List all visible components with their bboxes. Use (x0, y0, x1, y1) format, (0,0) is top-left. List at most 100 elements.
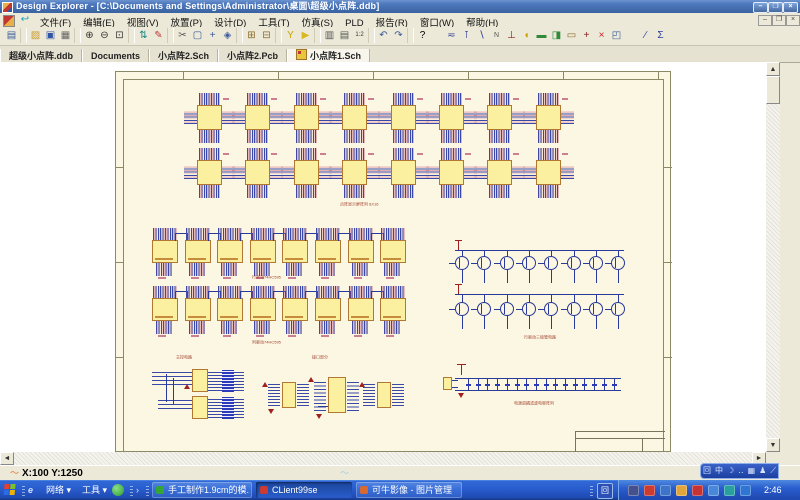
filter-icon[interactable]: Y (283, 28, 298, 43)
cross-probe-icon[interactable]: + (205, 28, 220, 43)
place-part-icon[interactable]: ◖ (519, 28, 534, 43)
close-button[interactable]: × (783, 2, 798, 13)
tray-icon-0[interactable] (628, 485, 639, 496)
quad-ic-component[interactable] (342, 105, 367, 130)
quad-ic-component[interactable] (536, 160, 561, 185)
scroll-down-button[interactable]: ▼ (766, 438, 780, 452)
scale-ratio-icon[interactable]: 1:2 (352, 28, 367, 43)
ime-icon-4[interactable]: ▦ (748, 464, 756, 478)
back-arrow-icon[interactable]: ↩ (18, 13, 32, 27)
quad-ic-component[interactable] (536, 105, 561, 130)
quad-ic-component[interactable] (487, 105, 512, 130)
place-no-erc-icon[interactable]: × (594, 28, 609, 43)
tray-icon-3[interactable] (676, 485, 687, 496)
place-power-port-icon[interactable]: ⊥ (504, 28, 519, 43)
taskbar-grip[interactable] (146, 484, 149, 496)
restore-button[interactable]: ❐ (768, 2, 783, 13)
taskbar-grip[interactable] (130, 484, 133, 496)
zoom-in-icon[interactable]: ⊕ (82, 28, 97, 43)
quad-ic-component[interactable] (391, 105, 416, 130)
transistor-component[interactable] (477, 302, 491, 316)
quad-ic-component[interactable] (439, 160, 464, 185)
redo-icon[interactable]: ↷ (391, 28, 406, 43)
child-restore-button[interactable]: ❐ (772, 15, 786, 26)
quicklaunch-expand-arrow[interactable]: › (136, 480, 139, 500)
schematic-canvas[interactable]: 点阵显示屏阵列 8X16行驱动74HC595列驱动74HC595行驱动三极管电路… (0, 62, 766, 452)
taskbar-grip[interactable] (22, 484, 25, 496)
print-icon[interactable]: ▦ (58, 28, 73, 43)
globe-quicklaunch-icon[interactable] (112, 484, 124, 496)
transistor-component[interactable] (611, 256, 625, 270)
ic-component[interactable] (282, 382, 296, 408)
quad-ic-component[interactable] (294, 105, 319, 130)
quad-ic-component[interactable] (342, 160, 367, 185)
ime-icon-3[interactable]: ‥ (738, 464, 743, 478)
taskbar-grip[interactable] (590, 484, 593, 496)
update-pins-icon[interactable]: ⇅ (136, 28, 151, 43)
place-port-icon[interactable]: ▭ (564, 28, 579, 43)
quad-ic-component[interactable] (197, 105, 222, 130)
network-toolbar-label[interactable]: 网络 ▾ (46, 480, 71, 500)
minimize-button[interactable]: – (753, 2, 768, 13)
transistor-component[interactable] (522, 256, 536, 270)
quad-ic-component[interactable] (439, 105, 464, 130)
transistor-component[interactable] (500, 256, 514, 270)
place-bus-entry-icon[interactable]: ∖ (474, 28, 489, 43)
quad-ic-component[interactable] (245, 160, 270, 185)
transistor-component[interactable] (477, 256, 491, 270)
tray-icon-1[interactable] (644, 485, 655, 496)
ime-icon-0[interactable]: 回 (703, 464, 711, 478)
transistor-component[interactable] (522, 302, 536, 316)
move-object-icon[interactable]: ◈ (220, 28, 235, 43)
place-junction-icon[interactable]: + (579, 28, 594, 43)
zoom-window-icon[interactable]: ⊡ (112, 28, 127, 43)
scroll-up-button[interactable]: ▲ (766, 62, 780, 76)
tray-icon-5[interactable] (708, 485, 719, 496)
ime-icon-6[interactable]: ⟋ (770, 464, 776, 478)
sim-setup-icon[interactable]: ▥ (322, 28, 337, 43)
zoom-out-icon[interactable]: ⊖ (97, 28, 112, 43)
start-button[interactable] (3, 484, 17, 496)
horizontal-scrollbar[interactable] (0, 452, 766, 465)
transistor-component[interactable] (544, 256, 558, 270)
tray-icon-6[interactable] (724, 485, 735, 496)
place-sheet-symbol-icon[interactable]: ▬ (534, 28, 549, 43)
place-wire-icon[interactable]: ≂ (444, 28, 459, 43)
transistor-component[interactable] (544, 302, 558, 316)
transistor-component[interactable] (589, 256, 603, 270)
tray-icon-7[interactable] (740, 485, 751, 496)
select-area-icon[interactable]: ▢ (190, 28, 205, 43)
lone-tray-button[interactable]: 回 (597, 483, 613, 499)
ic-component[interactable] (192, 369, 208, 392)
place-net-label-icon[interactable]: N (489, 28, 504, 43)
ic-component[interactable] (377, 382, 391, 408)
tray-icon-4[interactable] (692, 485, 703, 496)
quad-ic-component[interactable] (197, 160, 222, 185)
scroll-left-button[interactable]: ◄ (0, 452, 14, 465)
tray-clock[interactable]: 2:46 (764, 480, 782, 500)
task-handcraft[interactable]: 手工制作1.9cm的模. (152, 482, 252, 498)
child-close-button[interactable]: × (786, 15, 800, 26)
cut-icon[interactable]: ✂ (175, 28, 190, 43)
transistor-component[interactable] (589, 302, 603, 316)
task-keniu[interactable]: 可牛影像 - 图片管理 (356, 482, 462, 498)
undo-icon[interactable]: ↶ (376, 28, 391, 43)
task-client99se[interactable]: CLient99se (256, 482, 352, 498)
transistor-component[interactable] (455, 256, 469, 270)
transistor-component[interactable] (455, 302, 469, 316)
ie-quicklaunch-icon[interactable]: e (28, 480, 33, 500)
quad-ic-component[interactable] (391, 160, 416, 185)
ime-icon-5[interactable]: ♟ (759, 464, 766, 478)
transistor-component[interactable] (567, 302, 581, 316)
tools-toolbar-label[interactable]: 工具 ▾ (82, 480, 107, 500)
resistor-pack[interactable] (222, 397, 234, 419)
place-text-frame-icon[interactable]: ◰ (609, 28, 624, 43)
place-bus-icon[interactable]: ⊺ (459, 28, 474, 43)
child-minimize-button[interactable]: – (758, 15, 772, 26)
quad-ic-component[interactable] (294, 160, 319, 185)
sim-run-icon[interactable]: ▤ (337, 28, 352, 43)
quad-ic-component[interactable] (245, 105, 270, 130)
ime-icon-2[interactable]: ☽ (727, 464, 734, 478)
open-document-icon[interactable]: ▨ (28, 28, 43, 43)
ic-component[interactable] (192, 396, 208, 419)
